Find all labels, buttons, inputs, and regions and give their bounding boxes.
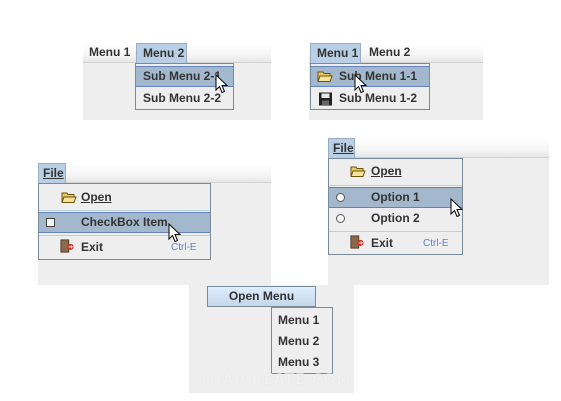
- menu-1[interactable]: Menu 1: [310, 43, 361, 63]
- exit-door-icon: [350, 235, 364, 249]
- menubar: Menu 1 Menu 2: [83, 43, 271, 63]
- menu-item-option-2[interactable]: Option 2: [329, 208, 462, 229]
- save-floppy-icon: [319, 92, 332, 106]
- menu-2[interactable]: Menu 2: [363, 43, 416, 63]
- menu-demo-panel-c: File Open CheckBox Item Exit Ctrl-E: [38, 163, 271, 285]
- menu-item-open[interactable]: Open: [329, 161, 462, 182]
- menu-item-accelerator: Ctrl-E: [423, 238, 449, 249]
- file-menu-popup: Open Option 1 Option 2 Exit Ctrl-E: [328, 158, 463, 255]
- menu-item-open[interactable]: Open: [39, 187, 210, 208]
- menu-item-label: Exit: [371, 236, 394, 250]
- menu-item-label: Sub Menu 2-1: [143, 69, 222, 83]
- menu-item-label: Open: [81, 190, 112, 204]
- exit-door-icon: [60, 239, 74, 253]
- menu-item-label: Sub Menu 2-2: [143, 91, 222, 105]
- menu-file-label: File: [43, 166, 64, 180]
- menu-item-sub-menu-1-1[interactable]: Sub Menu 1-1: [311, 66, 429, 87]
- menubar: Menu 1 Menu 2: [309, 43, 483, 63]
- checkbox-icon: [46, 218, 55, 227]
- submenu-popup: Sub Menu 1-1 Sub Menu 1-2: [310, 63, 430, 110]
- menu-item-label: Option 1: [371, 190, 420, 204]
- menu-item-label: CheckBox Item: [81, 215, 168, 229]
- menu-item-menu-3[interactable]: Menu 3: [272, 352, 332, 373]
- menu-item-checkbox[interactable]: CheckBox Item: [39, 212, 210, 233]
- watermark-logo: THAICREATE.COM: [199, 372, 352, 388]
- open-folder-icon: [350, 166, 366, 177]
- menu-item-label: Open: [371, 164, 402, 178]
- menu-file[interactable]: File: [328, 138, 355, 158]
- open-menu-button[interactable]: Open Menu: [207, 286, 316, 307]
- menu-file[interactable]: File: [38, 163, 66, 183]
- mouse-cursor-icon: [354, 74, 368, 94]
- menu-2[interactable]: Menu 2: [136, 43, 187, 63]
- mouse-cursor-icon: [450, 198, 464, 218]
- menubar: File: [38, 163, 271, 183]
- menu-item-label: Menu 2: [278, 334, 320, 348]
- menu-item-label: Option 2: [371, 211, 420, 225]
- mouse-cursor-icon: [215, 74, 229, 94]
- open-folder-icon: [61, 192, 77, 203]
- menu-item-menu-1[interactable]: Menu 1: [272, 310, 332, 331]
- menu-item-label: Menu 3: [278, 355, 320, 369]
- menu-item-label: Menu 1: [278, 313, 320, 327]
- menu-item-label: Exit: [81, 240, 104, 254]
- menu-item-menu-2[interactable]: Menu 2: [272, 331, 332, 352]
- menu-item-exit[interactable]: Exit Ctrl-E: [39, 237, 210, 258]
- radio-button-icon: [336, 214, 345, 223]
- open-folder-icon: [317, 71, 333, 82]
- menubar: File: [328, 138, 549, 158]
- menu-item-sub-menu-1-2[interactable]: Sub Menu 1-2: [311, 88, 429, 109]
- file-menu-popup: Open CheckBox Item Exit Ctrl-E: [38, 183, 211, 260]
- radio-button-icon: [336, 193, 345, 202]
- menu-demo-panel-e: Open Menu Menu 1 Menu 2 Menu 3 THAICREAT…: [189, 285, 354, 393]
- menu-item-option-1[interactable]: Option 1: [329, 187, 462, 208]
- menu-demo-panel-d: File Open Option 1 Option 2 Exit Ctrl-E: [328, 138, 549, 285]
- menu-item-label: Sub Menu 1-1: [339, 69, 418, 83]
- mouse-cursor-icon: [168, 223, 182, 243]
- menu-demo-panel-b: Menu 1 Menu 2 Sub Menu 1-1 Sub Menu 1-2: [309, 43, 483, 120]
- menu-item-exit[interactable]: Exit Ctrl-E: [329, 233, 462, 254]
- menu-item-label: Sub Menu 1-2: [339, 91, 418, 105]
- menu-1[interactable]: Menu 1: [83, 43, 136, 63]
- popup-menu: Menu 1 Menu 2 Menu 3: [271, 307, 333, 374]
- menu-demo-panel-a: Menu 1 Menu 2 Sub Menu 2-1 Sub Menu 2-2: [83, 43, 271, 120]
- menu-file-label: File: [333, 141, 354, 155]
